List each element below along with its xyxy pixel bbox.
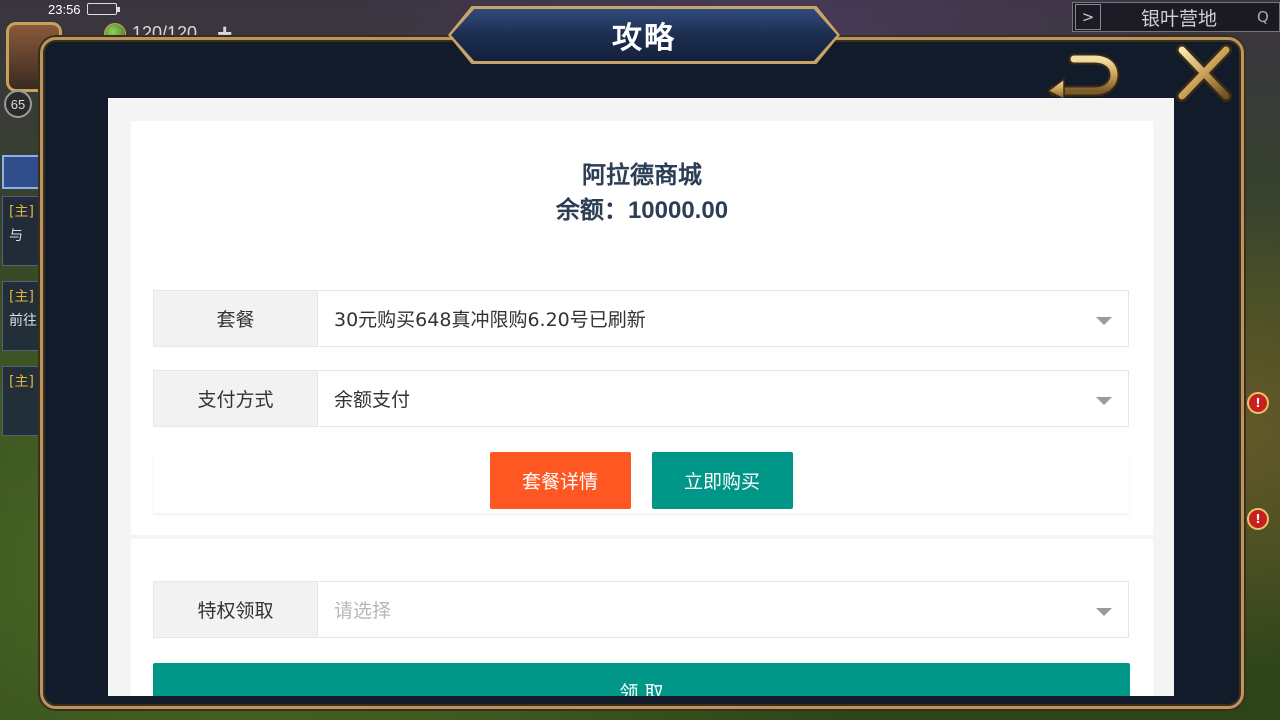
back-arrow-icon	[1046, 53, 1120, 99]
skill-button[interactable]	[2, 155, 40, 189]
package-label: 套餐	[154, 291, 318, 346]
search-icon[interactable]: Q	[1257, 8, 1279, 26]
location-nav: > 银叶营地 Q	[1072, 2, 1280, 32]
privilege-placeholder: 请选择	[334, 600, 392, 622]
package-details-button[interactable]: 套餐详情	[489, 452, 631, 509]
shop-web-panel: 阿拉德商城 余额：10000.00 套餐 30元购买648真冲限购6.20号已刷…	[108, 98, 1174, 696]
package-select[interactable]: 30元购买648真冲限购6.20号已刷新	[318, 291, 1128, 346]
balance-label: 余额：	[555, 197, 628, 224]
privilege-select[interactable]: 请选择	[318, 582, 1128, 637]
alert-icon[interactable]: !	[1247, 392, 1269, 414]
close-x-icon	[1176, 44, 1232, 102]
payment-select[interactable]: 余额支付	[318, 371, 1128, 426]
quest-tag: [主]	[9, 374, 34, 390]
chevron-down-icon	[1096, 396, 1112, 405]
location-label[interactable]: 银叶营地	[1101, 4, 1257, 31]
privilege-label: 特权领取	[154, 582, 318, 637]
dialog-title-plate: 攻略	[448, 6, 840, 64]
shop-name: 阿拉德商城	[582, 161, 702, 189]
alert-icon[interactable]: !	[1247, 508, 1269, 530]
close-button[interactable]	[1172, 42, 1234, 104]
action-button-bar: 套餐详情 立即购买	[153, 451, 1129, 513]
quest-text: 与	[9, 228, 23, 244]
back-button[interactable]	[1042, 50, 1122, 100]
dialog-title: 攻略	[612, 21, 676, 56]
package-row: 套餐 30元购买648真冲限购6.20号已刷新	[153, 290, 1129, 347]
quest-text: 前往	[9, 313, 37, 329]
shop-header: 阿拉德商城 余额：10000.00	[131, 157, 1153, 229]
package-selected-value: 30元购买648真冲限购6.20号已刷新	[334, 309, 646, 331]
privilege-card: 特权领取 请选择 领 取	[131, 539, 1153, 696]
payment-selected-value: 余额支付	[334, 389, 411, 411]
purchase-card: 阿拉德商城 余额：10000.00 套餐 30元购买648真冲限购6.20号已刷…	[131, 121, 1153, 535]
clock: 23:56	[48, 1, 81, 17]
chevron-down-icon	[1096, 607, 1112, 616]
balance-value: 10000.00	[627, 197, 729, 224]
quest-tracker-item[interactable]: [主]	[2, 366, 40, 436]
quest-tag: [主]	[9, 204, 34, 220]
battery-icon	[86, 3, 120, 15]
dialog-title-plate-inner: 攻略	[451, 9, 837, 61]
privilege-row: 特权领取 请选择	[153, 581, 1129, 638]
quest-tracker-item[interactable]: [主] 与	[2, 196, 40, 266]
player-level-badge: 65	[4, 90, 32, 118]
quest-tag: [主]	[9, 289, 34, 305]
balance-line: 余额：10000.00	[131, 193, 1153, 229]
chevron-down-icon	[1096, 316, 1112, 325]
status-bar: 23:56	[0, 0, 120, 18]
claim-button[interactable]: 领 取	[153, 663, 1130, 696]
buy-now-button[interactable]: 立即购买	[651, 452, 793, 509]
quest-tracker-item[interactable]: [主] 前往	[2, 281, 40, 351]
nav-arrow-button[interactable]: >	[1075, 4, 1101, 30]
payment-label: 支付方式	[154, 371, 318, 426]
payment-row: 支付方式 余额支付	[153, 370, 1129, 427]
